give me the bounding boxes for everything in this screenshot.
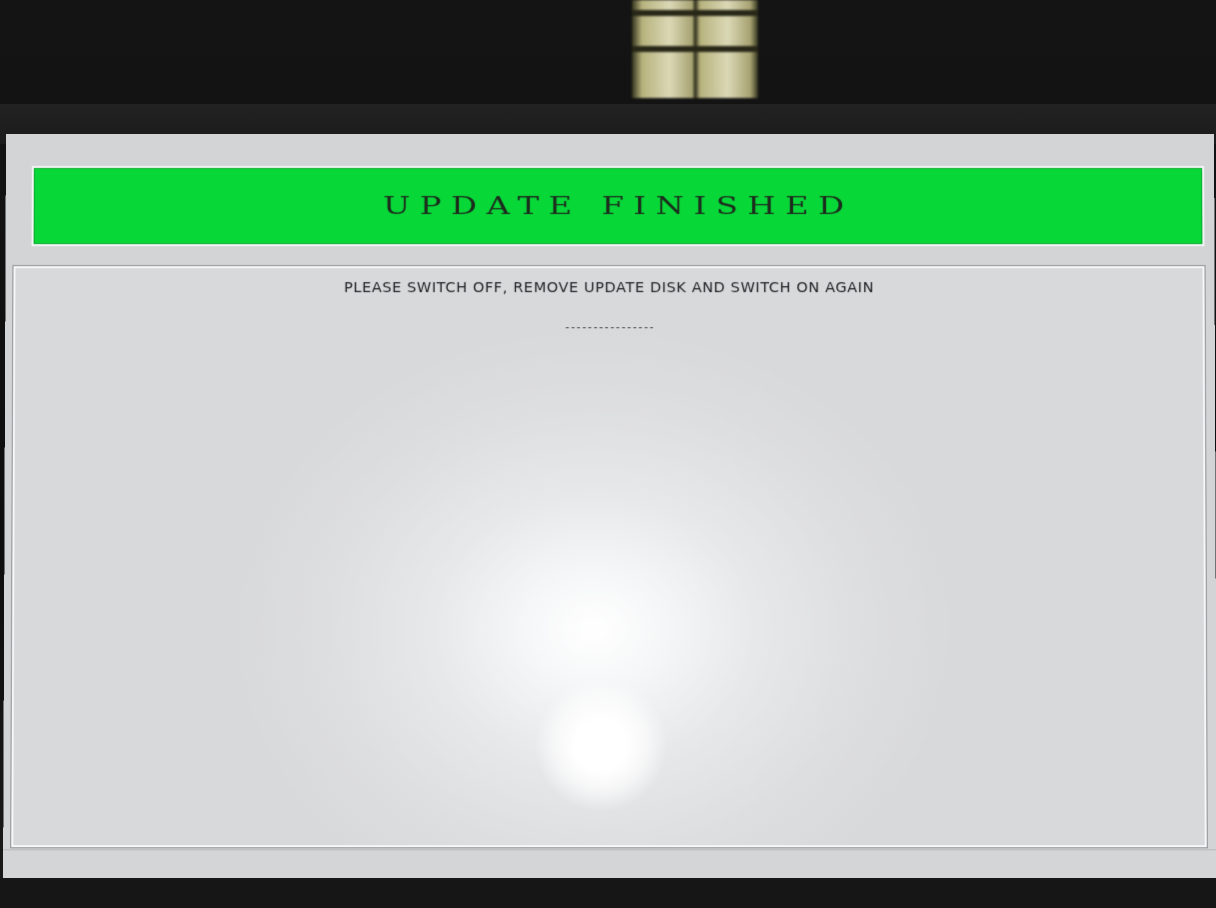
separator-line: ----------------: [563, 320, 655, 334]
monitor-bottom-bezel: [0, 878, 1216, 908]
update-screen: UPDATE FINISHED PLEASE SWITCH OFF, REMOV…: [3, 134, 1216, 881]
photo-of-monitor: UPDATE FINISHED PLEASE SWITCH OFF, REMOV…: [0, 0, 1216, 908]
status-banner: UPDATE FINISHED: [31, 166, 1205, 247]
camera-flash-glare: [535, 679, 667, 811]
message-panel: PLEASE SWITCH OFF, REMOVE UPDATE DISK AN…: [11, 266, 1207, 848]
instruction-message: PLEASE SWITCH OFF, REMOVE UPDATE DISK AN…: [343, 280, 875, 297]
bottom-status-strip: [3, 849, 1216, 881]
status-title: UPDATE FINISHED: [382, 192, 854, 221]
ceiling-light-reflection: [632, 0, 758, 98]
